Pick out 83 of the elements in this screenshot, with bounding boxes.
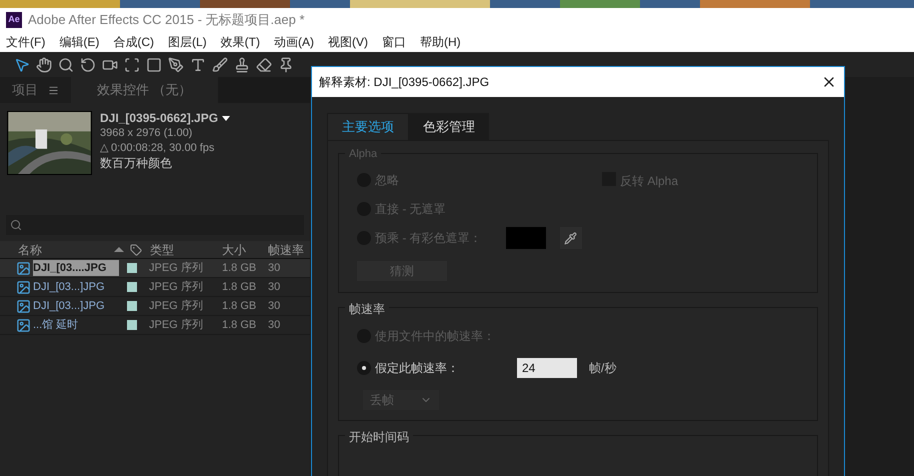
footage-name: DJI_[0395-0662].JPG	[100, 111, 218, 126]
table-row[interactable]: DJI_[03...]JPG JPEG 序列 1.8 GB 30	[0, 297, 310, 316]
menu-item[interactable]: 效果(T)	[220, 33, 260, 51]
table-cell-text: 30	[268, 280, 280, 295]
table-cell-text: JPEG 序列	[149, 280, 204, 295]
group-title: 帧速率	[345, 300, 389, 318]
image-sequence-icon	[16, 318, 31, 332]
radio-button[interactable]	[357, 361, 371, 375]
dialog-tab[interactable]: 色彩管理	[409, 113, 489, 140]
sort-icon	[114, 247, 124, 252]
unit-label: 帧/秒	[589, 360, 616, 377]
table-cell-text: DJI_[03...]JPG	[33, 298, 106, 314]
image-sequence-icon	[16, 280, 31, 294]
table-cell-text: 1.8 GB	[222, 280, 258, 295]
label-swatch[interactable]	[127, 263, 137, 273]
menu-item[interactable]: 文件(F)	[6, 33, 46, 51]
label-swatch[interactable]	[127, 301, 137, 311]
menu-item[interactable]: 帮助(H)	[420, 33, 461, 51]
table-cell-text: JPEG 序列	[149, 298, 204, 314]
column-header[interactable]: 名称	[18, 240, 114, 258]
menu-item[interactable]: 动画(A)	[274, 33, 314, 51]
footage-colors: 数百万种颜色	[100, 156, 173, 171]
rectangle-icon[interactable]	[146, 56, 162, 72]
frame-rate-input[interactable]: 24	[517, 358, 577, 378]
pin-icon[interactable]	[278, 56, 294, 72]
table-cell-text: 1.8 GB	[222, 318, 258, 333]
menu-icon[interactable]	[48, 84, 59, 96]
dialog-title: 解释素材: DJI_[0395-0662].JPG	[319, 74, 490, 91]
menu-item[interactable]: 编辑(E)	[59, 33, 100, 51]
checkbox-label: 反转 Alpha	[620, 173, 678, 190]
table-row[interactable]: DJI_[03...]JPG JPEG 序列 1.8 GB 30	[0, 278, 310, 297]
image-sequence-icon	[16, 260, 31, 276]
radio-label: 预乘 - 有彩色遮罩：	[375, 230, 482, 247]
footage-dimensions: 3968 x 2976 (1.00)	[100, 126, 194, 141]
image-sequence-icon	[16, 298, 31, 314]
radio-label: 使用文件中的帧速率：	[375, 328, 496, 345]
color-swatch[interactable]	[506, 227, 546, 249]
text-icon[interactable]	[190, 56, 206, 72]
table-cell-text: 1.8 GB	[222, 298, 258, 314]
footage-duration: △ 0:00:08:28, 30.00 fps	[100, 141, 216, 156]
eyedropper-button[interactable]	[560, 227, 582, 249]
menu-item[interactable]: 合成(C)	[113, 33, 154, 51]
table-cell-text: 30	[268, 318, 280, 333]
label-swatch[interactable]	[127, 320, 137, 330]
menu-item[interactable]: 窗口	[382, 33, 406, 51]
menu-item[interactable]: 图层(L)	[168, 33, 207, 51]
dialog-tab[interactable]: 主要选项	[327, 113, 409, 140]
table-cell-text: 1.8 GB	[222, 260, 258, 276]
table-cell-text: JPEG 序列	[149, 318, 204, 333]
table-cell-text: DJI_[03...]JPG	[33, 280, 106, 295]
table-cell-text: 30	[268, 298, 280, 314]
eraser-icon[interactable]	[256, 56, 272, 72]
pointer-icon[interactable]	[14, 56, 30, 72]
panel-tab[interactable]: 效果控件 （无）	[71, 77, 218, 103]
label-swatch[interactable]	[127, 282, 137, 292]
table-row[interactable]: ...馆 延时 JPEG 序列 1.8 GB 30	[0, 316, 310, 335]
hand-icon[interactable]	[36, 56, 52, 72]
column-header[interactable]: 帧速率	[268, 240, 304, 258]
table-cell: DJI_[03....JPG	[33, 260, 119, 276]
table-cell-text: ...馆 延时	[33, 318, 80, 333]
column-header[interactable]: 类型	[150, 240, 222, 258]
radio-label: 忽略	[375, 172, 399, 189]
radio-label: 直接 - 无遮罩	[375, 201, 446, 218]
app-logo: Ae	[6, 12, 22, 28]
stamp-icon[interactable]	[234, 56, 250, 72]
search-icon[interactable]	[58, 56, 74, 72]
eyedropper-icon	[564, 232, 578, 244]
pen-icon[interactable]	[168, 56, 184, 72]
table-row[interactable]: DJI_[03....JPG JPEG 序列 1.8 GB 30	[0, 259, 310, 278]
group-title: 开始时间码	[345, 428, 413, 446]
label-icon[interactable]	[130, 244, 142, 256]
menu-item[interactable]: 视图(V)	[328, 33, 368, 51]
table-cell-text: JPEG 序列	[149, 260, 204, 276]
column-header[interactable]: 大小	[222, 240, 268, 258]
radio-label: 假定此帧速率：	[375, 360, 460, 377]
search-field[interactable]	[6, 215, 304, 235]
frame-icon[interactable]	[124, 56, 140, 72]
table-cell-text: 30	[268, 260, 280, 276]
brush-icon[interactable]	[212, 56, 228, 72]
rotate-icon[interactable]	[80, 56, 96, 72]
search-icon	[10, 219, 22, 231]
dropdown-icon[interactable]	[222, 116, 230, 121]
window-title: Adobe After Effects CC 2015 - 无标题项目.aep *	[28, 11, 304, 30]
